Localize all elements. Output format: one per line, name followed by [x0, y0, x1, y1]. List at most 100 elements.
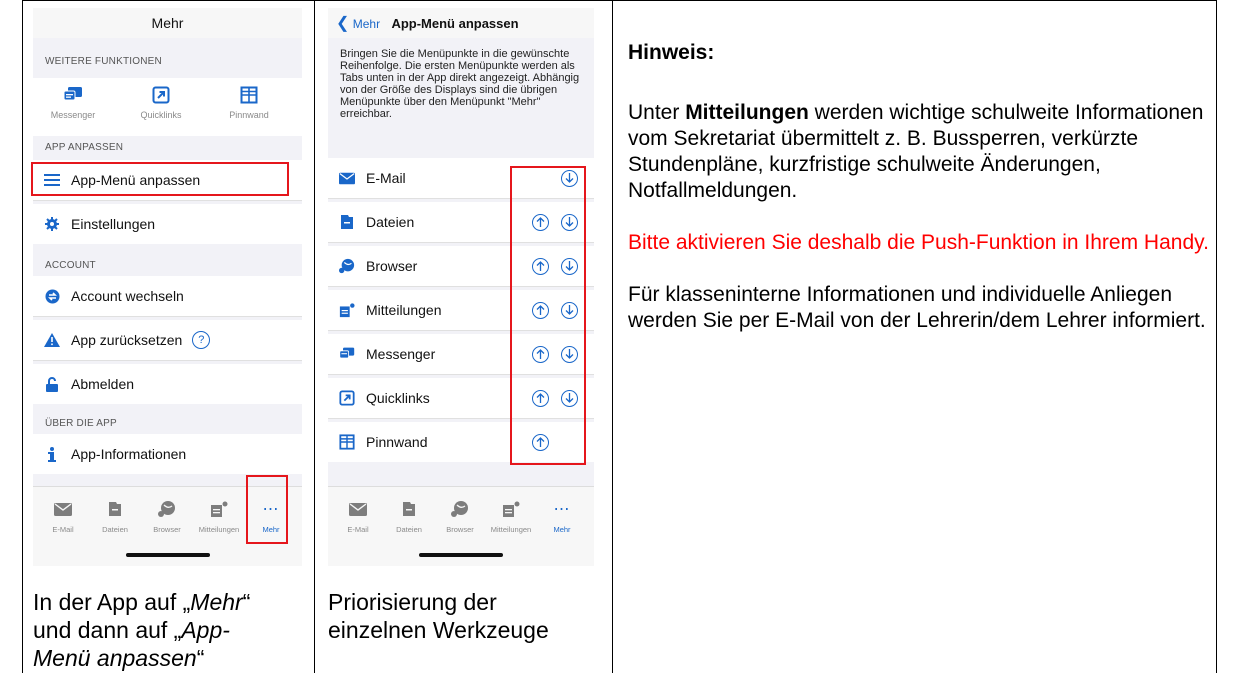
- screen-title: Mehr: [33, 8, 302, 38]
- caption-text: “: [242, 589, 251, 615]
- menu-item-label: Mitteilungen: [366, 302, 442, 318]
- back-button[interactable]: ❮ Mehr: [336, 15, 383, 32]
- more-icon: ⋯: [553, 501, 571, 518]
- section-about-app: ÜBER DIE APP: [45, 418, 117, 429]
- caption-text: “: [196, 645, 205, 671]
- notice-icon: [485, 499, 537, 519]
- document-page: Mehr WEITERE FUNKTIONEN Messenger Quickl…: [0, 0, 1236, 673]
- tab-label: Dateien: [102, 525, 128, 534]
- info-icon: [44, 446, 60, 462]
- note-text: Unter: [628, 101, 686, 124]
- globe-icon: [339, 258, 355, 274]
- app-info-row[interactable]: App-Informationen: [33, 434, 302, 474]
- table-border-left: [22, 0, 23, 673]
- quick-item-quicklinks[interactable]: Quicklinks: [126, 84, 196, 120]
- caption-step-one: In der App auf „Mehr“ und dann auf „App-…: [33, 588, 308, 672]
- description-text: Bringen Sie die Menüpunkte in die gewüns…: [340, 48, 580, 120]
- caption-emphasis: Mehr: [190, 589, 243, 615]
- home-indicator: [125, 553, 210, 557]
- folder-icon: [339, 214, 355, 230]
- logout-row[interactable]: Abmelden: [33, 364, 302, 404]
- messenger-icon: [339, 346, 355, 362]
- tab-email[interactable]: E-Mail: [37, 499, 89, 534]
- section-further-functions: WEITERE FUNKTIONEN: [45, 56, 162, 67]
- nav-bar: ❮ Mehr App-Menü anpassen: [328, 8, 594, 38]
- notice-icon: [339, 302, 355, 318]
- tab-label: Mitteilungen: [198, 525, 240, 534]
- table-border-col2: [612, 0, 613, 673]
- menu-item-label: Dateien: [366, 214, 415, 230]
- tab-files[interactable]: Dateien: [383, 499, 435, 534]
- tab-bar: E-Mail Dateien Browser Mitteilungen ⋯ Me…: [328, 486, 594, 566]
- note-paragraph-email: Für klasseninterne Informationen und ind…: [628, 283, 1206, 332]
- tab-messages[interactable]: Mitteilungen: [485, 499, 537, 534]
- home-indicator: [419, 553, 503, 557]
- back-label: Mehr: [352, 17, 381, 31]
- tab-more[interactable]: ⋯ Mehr: [536, 499, 588, 534]
- pinboard-icon: [339, 434, 355, 450]
- row-label: App-Informationen: [71, 446, 187, 462]
- quick-label: Quicklinks: [140, 110, 182, 120]
- pinboard-icon: [214, 84, 284, 106]
- note-push-warning: Bitte aktivieren Sie deshalb die Push-Fu…: [628, 231, 1209, 254]
- section-account: ACCOUNT: [45, 260, 96, 271]
- tab-label: Browser: [446, 525, 474, 534]
- gear-icon: [44, 216, 60, 232]
- mail-icon: [37, 499, 89, 519]
- note-bold-term: Mitteilungen: [685, 101, 809, 124]
- tab-email[interactable]: E-Mail: [332, 499, 384, 534]
- switch-account-row[interactable]: Account wechseln: [33, 276, 302, 317]
- quick-item-pinnwand[interactable]: Pinnwand: [214, 84, 284, 120]
- help-icon[interactable]: ?: [192, 331, 211, 349]
- warning-icon: [44, 332, 60, 348]
- caption-text: und dann auf „: [33, 617, 182, 643]
- table-border-col1: [314, 0, 315, 673]
- caption-text: einzelnen Werkzeuge: [328, 617, 549, 643]
- quicklinks-icon: [126, 84, 196, 106]
- tab-label: Dateien: [396, 525, 422, 534]
- caption-text: Priorisierung der: [328, 589, 497, 615]
- caption-emphasis: App-: [181, 617, 230, 643]
- caption-emphasis: Menü anpassen: [33, 645, 197, 671]
- menu-item-label: Messenger: [366, 346, 436, 362]
- menu-item-label: Browser: [366, 258, 418, 274]
- note-heading: Hinweis:: [628, 41, 715, 64]
- quick-item-messenger[interactable]: Messenger: [38, 84, 108, 120]
- chevron-left-icon: ❮: [336, 15, 350, 32]
- highlight-reorder-arrows: [510, 166, 586, 465]
- folder-icon: [383, 499, 435, 519]
- screen-title: App-Menü anpassen: [391, 16, 519, 31]
- row-label: App zurücksetzen: [71, 332, 183, 348]
- tab-label: Browser: [153, 525, 181, 534]
- quick-functions: Messenger Quicklinks Pinnwand: [33, 78, 302, 136]
- lock-icon: [44, 376, 60, 392]
- tab-label: Mitteilungen: [490, 525, 532, 534]
- highlight-more-tab: [246, 475, 288, 544]
- tab-label: Mehr: [553, 525, 571, 534]
- mail-icon: [332, 499, 384, 519]
- note-paragraph-messages: Unter Mitteilungen werden wichtige schul…: [628, 100, 1218, 204]
- quick-label: Pinnwand: [229, 110, 269, 120]
- mail-icon: [339, 170, 355, 186]
- tab-browser[interactable]: Browser: [141, 499, 193, 534]
- table-border-top: [22, 0, 1217, 1]
- settings-row[interactable]: Einstellungen: [33, 204, 302, 244]
- highlight-menu-customize: [31, 162, 289, 196]
- tab-label: E-Mail: [52, 525, 74, 534]
- menu-item-label: E-Mail: [366, 170, 406, 186]
- caption-step-two: Priorisierung der einzelnen Werkzeuge: [328, 588, 608, 644]
- reset-app-row[interactable]: App zurücksetzen ?: [33, 320, 302, 361]
- quicklinks-icon: [339, 390, 355, 406]
- tab-messages[interactable]: Mitteilungen: [193, 499, 245, 534]
- tab-files[interactable]: Dateien: [89, 499, 141, 534]
- note-section: Hinweis: Unter Mitteilungen werden wicht…: [628, 40, 1218, 334]
- messenger-icon: [38, 84, 108, 106]
- quick-label: Messenger: [50, 110, 96, 120]
- tab-label: E-Mail: [347, 525, 369, 534]
- tab-browser[interactable]: Browser: [434, 499, 486, 534]
- folder-icon: [89, 499, 141, 519]
- row-label: Abmelden: [71, 376, 135, 392]
- row-label: Einstellungen: [71, 216, 156, 232]
- switch-account-icon: [44, 288, 60, 304]
- menu-item-label: Pinnwand: [366, 434, 428, 450]
